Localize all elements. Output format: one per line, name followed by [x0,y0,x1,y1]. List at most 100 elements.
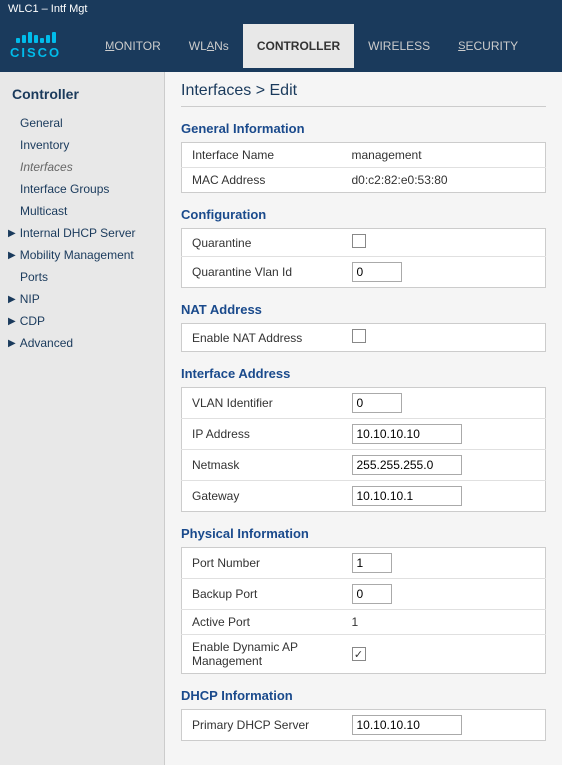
label-enable-dynamic-ap: Enable Dynamic APManagement [182,635,342,674]
sidebar-item-multicast[interactable]: Multicast [0,200,164,222]
nat-table: Enable NAT Address [181,323,546,352]
label-quarantine: Quarantine [182,229,342,257]
sidebar-item-mobility[interactable]: ▶ Mobility Management [0,244,164,266]
sidebar-item-inventory[interactable]: Inventory [0,134,164,156]
dynamic-ap-checkbox[interactable] [352,647,366,661]
value-port-number [342,548,546,579]
label-port-number: Port Number [182,548,342,579]
logo-bars [16,32,56,43]
section-general-info: General Information [181,121,546,136]
value-interface-name: management [342,143,546,168]
table-row: Quarantine [182,229,546,257]
sidebar-item-general[interactable]: General [0,112,164,134]
arrow-icon: ▶ [8,338,16,349]
page-title: Interfaces > Edit [181,82,546,107]
title-bar: WLC1 – Intf Mgt [0,0,562,20]
section-configuration: Configuration [181,207,546,222]
table-row: Netmask [182,450,546,481]
sidebar-item-interface-groups[interactable]: Interface Groups [0,178,164,200]
logo-bar [34,35,38,43]
logo-bar [28,32,32,43]
content-area: Interfaces > Edit General Information In… [165,72,562,765]
table-row: MAC Address d0:c2:82:e0:53:80 [182,168,546,193]
sidebar-item-nip[interactable]: ▶ NIP [0,288,164,310]
tab-controller[interactable]: CONTROLLER [243,24,354,68]
sidebar-item-advanced[interactable]: ▶ Advanced [0,332,164,354]
sidebar-title: Controller [0,80,164,112]
table-row: Enable Dynamic APManagement [182,635,546,674]
label-vlan-id: VLAN Identifier [182,388,342,419]
value-mac-address: d0:c2:82:e0:53:80 [342,168,546,193]
sidebar-item-interfaces[interactable]: Interfaces [0,156,164,178]
physical-table: Port Number Backup Port Active Port 1 En… [181,547,546,674]
value-backup-port [342,579,546,610]
sidebar-item-ports[interactable]: Ports [0,266,164,288]
label-gateway: Gateway [182,481,342,512]
table-row: Active Port 1 [182,610,546,635]
header: CISCO MONITOR WLANs CONTROLLER WIRELESS … [0,20,562,72]
value-quarantine-vlan [342,257,546,288]
table-row: Port Number [182,548,546,579]
label-ip-address: IP Address [182,419,342,450]
arrow-icon: ▶ [8,316,16,327]
quarantine-vlan-input[interactable] [352,262,402,282]
tab-monitor[interactable]: MONITOR [91,24,175,68]
table-row: Gateway [182,481,546,512]
table-row: VLAN Identifier [182,388,546,419]
gateway-input[interactable] [352,486,462,506]
main-layout: Controller General Inventory Interfaces … [0,72,562,765]
label-mac-address: MAC Address [182,168,342,193]
sidebar-item-internal-dhcp[interactable]: ▶ Internal DHCP Server [0,222,164,244]
label-netmask: Netmask [182,450,342,481]
arrow-icon: ▶ [8,250,16,261]
value-gateway [342,481,546,512]
arrow-icon: ▶ [8,294,16,305]
port-number-input[interactable] [352,553,392,573]
dhcp-table: Primary DHCP Server [181,709,546,741]
tab-wireless[interactable]: WIRELESS [354,24,444,68]
general-info-table: Interface Name management MAC Address d0… [181,142,546,193]
primary-dhcp-input[interactable] [352,715,462,735]
label-quarantine-vlan: Quarantine Vlan Id [182,257,342,288]
configuration-table: Quarantine Quarantine Vlan Id [181,228,546,288]
logo-bar [46,35,50,43]
sidebar-item-cdp[interactable]: ▶ CDP [0,310,164,332]
nav-tabs: MONITOR WLANs CONTROLLER WIRELESS SECURI… [91,24,552,68]
tab-security[interactable]: SECURITY [444,24,532,68]
label-primary-dhcp: Primary DHCP Server [182,710,342,741]
section-interface-address: Interface Address [181,366,546,381]
value-active-port: 1 [342,610,546,635]
table-row: IP Address [182,419,546,450]
label-active-port: Active Port [182,610,342,635]
value-netmask [342,450,546,481]
interface-address-table: VLAN Identifier IP Address Netmask Gatew… [181,387,546,512]
logo-bar [22,35,26,43]
logo-bar [40,38,44,43]
title-text: WLC1 – Intf Mgt [8,3,87,15]
logo-text: CISCO [10,45,61,60]
table-row: Interface Name management [182,143,546,168]
section-physical: Physical Information [181,526,546,541]
value-primary-dhcp [342,710,546,741]
value-ip-address [342,419,546,450]
value-vlan-id [342,388,546,419]
value-enable-dynamic-ap [342,635,546,674]
logo-bar [52,32,56,43]
value-enable-nat [342,324,546,352]
nat-checkbox[interactable] [352,329,366,343]
netmask-input[interactable] [352,455,462,475]
vlan-id-input[interactable] [352,393,402,413]
logo-bar [16,38,20,43]
table-row: Primary DHCP Server [182,710,546,741]
logo: CISCO [10,32,61,60]
backup-port-input[interactable] [352,584,392,604]
quarantine-checkbox[interactable] [352,234,366,248]
tab-wlans[interactable]: WLANs [175,24,243,68]
label-enable-nat: Enable NAT Address [182,324,342,352]
section-dhcp: DHCP Information [181,688,546,703]
ip-address-input[interactable] [352,424,462,444]
arrow-icon: ▶ [8,228,16,239]
label-interface-name: Interface Name [182,143,342,168]
sidebar: Controller General Inventory Interfaces … [0,72,165,765]
label-backup-port: Backup Port [182,579,342,610]
